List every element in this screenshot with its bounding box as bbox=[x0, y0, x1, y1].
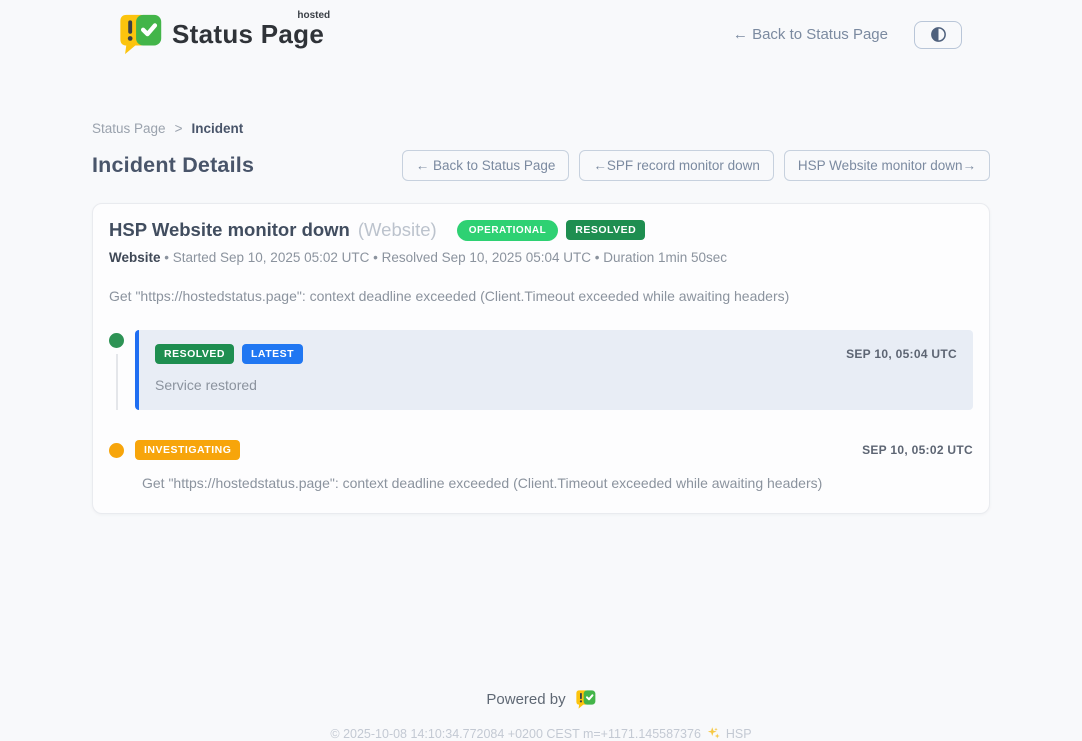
timeline-item-resolved: RESOLVED LATEST SEP 10, 05:04 UTC Servic… bbox=[109, 330, 973, 410]
copyright-suffix: HSP bbox=[726, 727, 752, 741]
incident-status-badges: OPERATIONAL RESOLVED bbox=[457, 220, 646, 241]
incident-meta-details: • Started Sep 10, 2025 05:02 UTC • Resol… bbox=[161, 250, 728, 265]
page-title: Incident Details bbox=[92, 153, 254, 178]
prev-incident-button[interactable]: ←SPF record monitor down bbox=[579, 150, 774, 181]
half-circle-contrast-icon bbox=[930, 26, 947, 43]
incident-timeline: RESOLVED LATEST SEP 10, 05:04 UTC Servic… bbox=[109, 330, 973, 491]
orange-dot-icon bbox=[109, 443, 124, 458]
page-footer: Powered by © 2025-10-08 14:10:34.772084 … bbox=[92, 514, 990, 741]
incident-title-row: HSP Website monitor down (Website) OPERA… bbox=[109, 219, 973, 241]
status-page-logo-icon bbox=[118, 14, 162, 55]
incident-meta-component: Website bbox=[109, 250, 161, 265]
back-to-status-page-button[interactable]: ← Back to Status Page bbox=[402, 150, 570, 181]
sparkles-icon bbox=[706, 726, 721, 741]
update-timestamp: SEP 10, 05:02 UTC bbox=[862, 443, 973, 457]
incident-component: (Website) bbox=[358, 219, 437, 241]
timeline-item-investigating: INVESTIGATING SEP 10, 05:02 UTC Get "htt… bbox=[109, 440, 973, 491]
incident-card: HSP Website monitor down (Website) OPERA… bbox=[92, 203, 990, 514]
status-page-logo-icon bbox=[575, 690, 596, 709]
timeline-content: RESOLVED LATEST SEP 10, 05:04 UTC Servic… bbox=[135, 330, 973, 410]
brand-logo[interactable]: Status Page hosted bbox=[118, 14, 328, 55]
site-header: Status Page hosted ← Back to Status Page bbox=[0, 0, 1082, 55]
resolved-badge: RESOLVED bbox=[566, 220, 645, 240]
investigating-badge: INVESTIGATING bbox=[135, 440, 240, 460]
update-message: Service restored bbox=[155, 377, 957, 393]
incident-meta: Website • Started Sep 10, 2025 05:02 UTC… bbox=[109, 250, 973, 265]
green-dot-icon bbox=[109, 333, 124, 348]
update-header: INVESTIGATING SEP 10, 05:02 UTC bbox=[135, 440, 973, 460]
update-message: Get "https://hostedstatus.page": context… bbox=[142, 475, 973, 491]
update-header: RESOLVED LATEST SEP 10, 05:04 UTC bbox=[155, 344, 957, 364]
theme-toggle-button[interactable] bbox=[914, 21, 962, 49]
brand-name: Status Page hosted bbox=[172, 19, 328, 50]
timeline-rail bbox=[109, 330, 124, 410]
latest-update-box: RESOLVED LATEST SEP 10, 05:04 UTC Servic… bbox=[135, 330, 973, 410]
update-timestamp: SEP 10, 05:04 UTC bbox=[846, 347, 957, 361]
breadcrumb-separator: > bbox=[175, 121, 183, 136]
powered-by-link[interactable]: Powered by bbox=[486, 690, 595, 709]
breadcrumb-incident: Incident bbox=[191, 121, 243, 136]
timeline-rail bbox=[109, 440, 124, 491]
incident-nav-buttons: ← Back to Status Page ←SPF record monito… bbox=[402, 150, 990, 181]
operational-badge: OPERATIONAL bbox=[457, 220, 559, 241]
main-content: Status Page > Incident Incident Details … bbox=[92, 121, 990, 741]
powered-by-label: Powered by bbox=[486, 691, 565, 708]
header-back-link[interactable]: ← Back to Status Page bbox=[733, 26, 888, 43]
title-row: Incident Details ← Back to Status Page ←… bbox=[92, 150, 990, 181]
latest-badge: LATEST bbox=[242, 344, 303, 364]
copyright-line: © 2025-10-08 14:10:34.772084 +0200 CEST … bbox=[92, 726, 990, 741]
breadcrumb-status-page[interactable]: Status Page bbox=[92, 121, 166, 136]
timeline-connector bbox=[116, 354, 118, 410]
resolved-badge: RESOLVED bbox=[155, 344, 234, 364]
incident-description: Get "https://hostedstatus.page": context… bbox=[109, 288, 973, 304]
breadcrumb: Status Page > Incident bbox=[92, 121, 990, 136]
incident-title: HSP Website monitor down bbox=[109, 219, 350, 241]
timeline-content: INVESTIGATING SEP 10, 05:02 UTC Get "htt… bbox=[135, 440, 973, 491]
brand-superscript: hosted bbox=[297, 10, 330, 21]
next-incident-button[interactable]: HSP Website monitor down→ bbox=[784, 150, 990, 181]
copyright-text: © 2025-10-08 14:10:34.772084 +0200 CEST … bbox=[330, 727, 701, 741]
